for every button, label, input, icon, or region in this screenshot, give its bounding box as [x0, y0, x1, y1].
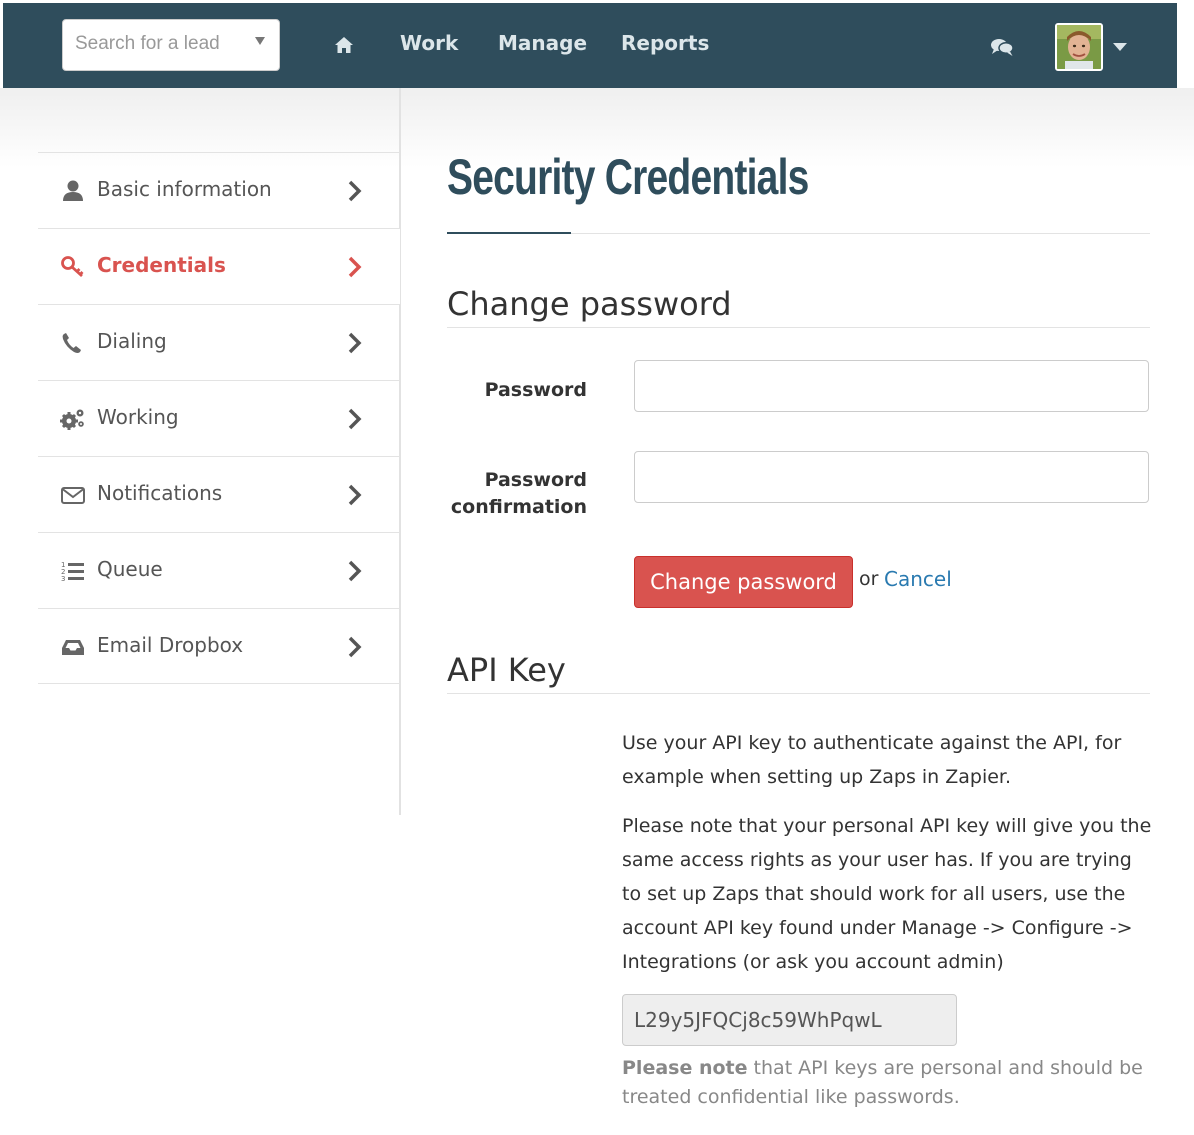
chevron-right-icon: [348, 256, 362, 278]
sidebar-item-label: Queue: [97, 557, 163, 581]
title-divider-accent: [447, 232, 571, 234]
sidebar-item-email-dropbox[interactable]: Email Dropbox: [38, 608, 400, 684]
chevron-right-icon: [348, 180, 362, 202]
search-placeholder: Search for a lead: [75, 33, 220, 54]
nav-manage[interactable]: Manage: [498, 31, 587, 55]
sidebar-item-label: Working: [97, 405, 179, 429]
password-field[interactable]: [634, 360, 1149, 412]
cancel-link[interactable]: Cancel: [884, 567, 952, 591]
change-password-button[interactable]: Change password: [634, 556, 853, 608]
nav-reports[interactable]: Reports: [621, 31, 709, 55]
api-key-field[interactable]: L29y5JFQCj8c59WhPqwL: [622, 994, 957, 1046]
page-title: Security Credentials: [447, 149, 809, 205]
lead-search-select[interactable]: Search for a lead: [62, 19, 280, 71]
sidebar-item-label: Dialing: [97, 329, 167, 353]
sidebar-item-label: Credentials: [97, 253, 226, 277]
chevron-right-icon: [348, 560, 362, 582]
api-key-note-emphasis: Please note: [622, 1057, 748, 1079]
change-password-heading: Change password: [447, 285, 732, 323]
section-divider: [447, 327, 1150, 328]
api-key-warning: Please note that your personal API key w…: [622, 815, 1152, 973]
password-confirmation-label-line2: confirmation: [450, 496, 587, 518]
sidebar-item-notifications[interactable]: Notifications: [38, 456, 400, 532]
envelope-icon: [61, 487, 85, 504]
user-avatar[interactable]: [1055, 23, 1103, 71]
password-confirmation-label-line1: Password: [484, 469, 587, 491]
sidebar-item-dialing[interactable]: Dialing: [38, 304, 400, 380]
password-confirmation-label: Password confirmation: [451, 467, 587, 521]
gears-icon: [60, 409, 84, 430]
key-icon: [61, 256, 84, 278]
svg-text:3: 3: [61, 575, 65, 583]
ordered-list-icon: 1 2 3: [61, 561, 84, 583]
sidebar-item-credentials[interactable]: Credentials: [38, 228, 400, 304]
user-icon: [63, 180, 83, 201]
sidebar-item-basic-information[interactable]: Basic information: [38, 152, 400, 228]
chevron-right-icon: [348, 484, 362, 506]
inbox-icon: [62, 640, 84, 655]
password-confirmation-field[interactable]: [634, 451, 1149, 503]
sidebar-item-working[interactable]: Working: [38, 380, 400, 456]
or-text: or: [859, 568, 879, 590]
sidebar-item-queue[interactable]: 1 2 3 Queue: [38, 532, 400, 608]
phone-icon: [62, 333, 81, 353]
sidebar-item-label: Notifications: [97, 481, 223, 505]
section-divider: [447, 693, 1150, 694]
top-navbar: Search for a lead Work Manage Reports: [3, 3, 1177, 88]
chevron-right-icon: [348, 408, 362, 430]
api-key-description: Use your API key to authenticate against…: [622, 732, 1122, 788]
nav-work[interactable]: Work: [400, 31, 458, 55]
caret-down-icon[interactable]: [1113, 43, 1127, 51]
api-key-note: Please note that API keys are personal a…: [622, 1054, 1152, 1112]
api-key-value: L29y5JFQCj8c59WhPqwL: [634, 1008, 882, 1032]
caret-down-icon[interactable]: [255, 37, 265, 45]
sidebar-item-label: Basic information: [97, 177, 272, 201]
sidebar-item-label: Email Dropbox: [97, 633, 244, 657]
settings-sidebar: Basic information Credentials Dialing Wo…: [38, 152, 400, 684]
chevron-right-icon: [348, 636, 362, 658]
password-label: Password: [484, 379, 587, 401]
home-icon[interactable]: [334, 36, 354, 54]
chevron-right-icon: [348, 332, 362, 354]
api-key-heading: API Key: [447, 651, 566, 689]
chat-icon[interactable]: [990, 37, 1014, 57]
avatar-image: [1057, 25, 1101, 69]
